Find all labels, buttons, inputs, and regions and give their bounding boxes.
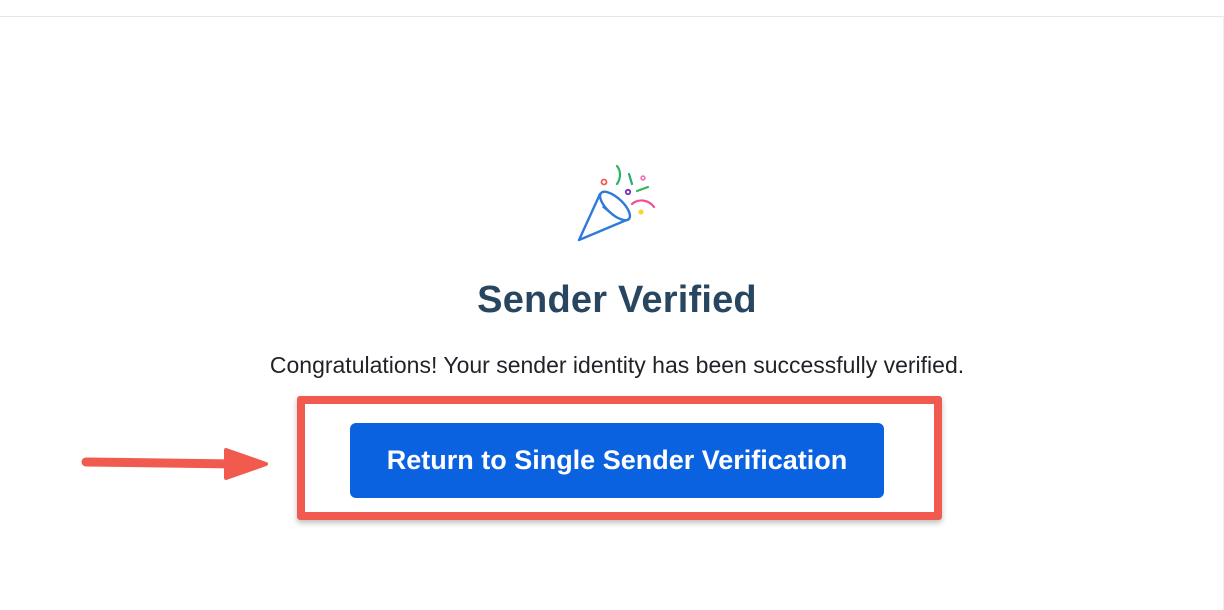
party-popper-icon — [577, 164, 656, 242]
verification-page: Sender Verified Congratulations! Your se… — [0, 0, 1224, 610]
page-title: Sender Verified — [477, 279, 757, 321]
verification-message: Congratulations! Your sender identity ha… — [269, 352, 965, 378]
pointing-arrow-icon — [81, 448, 268, 480]
header-divider — [0, 16, 1224, 17]
return-to-single-sender-verification-button[interactable]: Return to Single Sender Verification — [350, 423, 884, 498]
